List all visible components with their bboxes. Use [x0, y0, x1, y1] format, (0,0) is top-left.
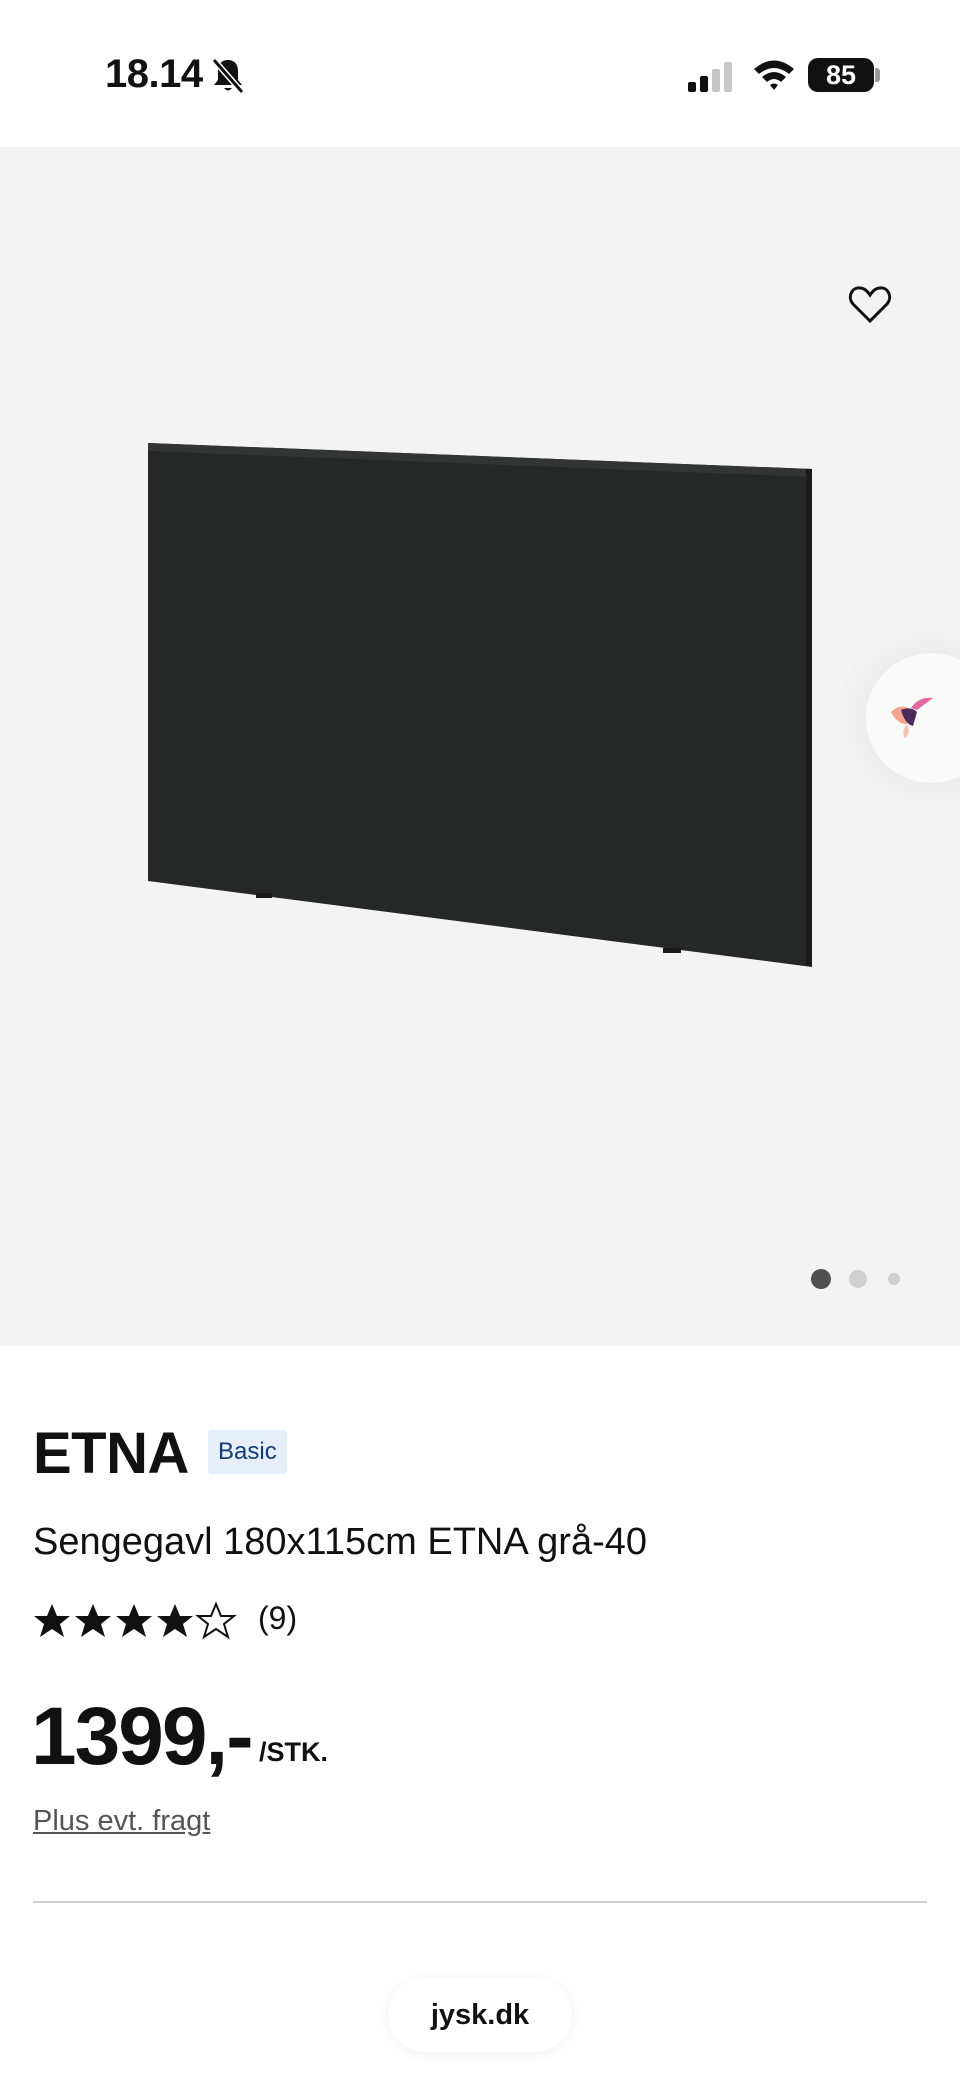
rating-stars[interactable] — [33, 1600, 243, 1640]
star-filled-icon — [75, 1604, 111, 1637]
price-unit: /STK. — [259, 1737, 329, 1767]
carousel-dot-active[interactable] — [811, 1269, 831, 1289]
status-time: 18.14 — [105, 52, 203, 96]
bell-slash-icon — [211, 58, 245, 94]
product-subtitle: Sengegavl 180x115cm ETNA grå-40 — [33, 1521, 647, 1563]
battery-tip — [875, 68, 880, 82]
star-filled-icon — [34, 1604, 70, 1637]
review-count[interactable]: (9) — [258, 1600, 297, 1637]
heart-outline-icon[interactable] — [848, 285, 892, 325]
carousel-dot[interactable] — [849, 1270, 867, 1288]
hummingbird-chat-icon[interactable] — [887, 688, 947, 748]
product-price: 1399,- — [31, 1691, 254, 1782]
star-filled-icon — [116, 1604, 152, 1637]
cellular-signal-icon — [688, 62, 732, 92]
product-gallery[interactable] — [0, 147, 960, 1346]
product-image[interactable] — [0, 147, 960, 1346]
shipping-link[interactable]: Plus evt. fragt — [33, 1805, 210, 1838]
battery-icon: 85 — [808, 58, 874, 92]
status-bar: 18.14 85 — [0, 0, 960, 147]
browser-url-pill[interactable]: jysk.dk — [388, 1978, 572, 2052]
star-outline-icon — [195, 1601, 237, 1640]
product-brand: ETNA — [33, 1421, 189, 1486]
star-filled-icon — [157, 1604, 193, 1637]
wifi-icon — [754, 60, 794, 90]
carousel-dot[interactable] — [888, 1273, 900, 1285]
product-badge: Basic — [208, 1430, 287, 1474]
divider — [33, 1901, 927, 1903]
